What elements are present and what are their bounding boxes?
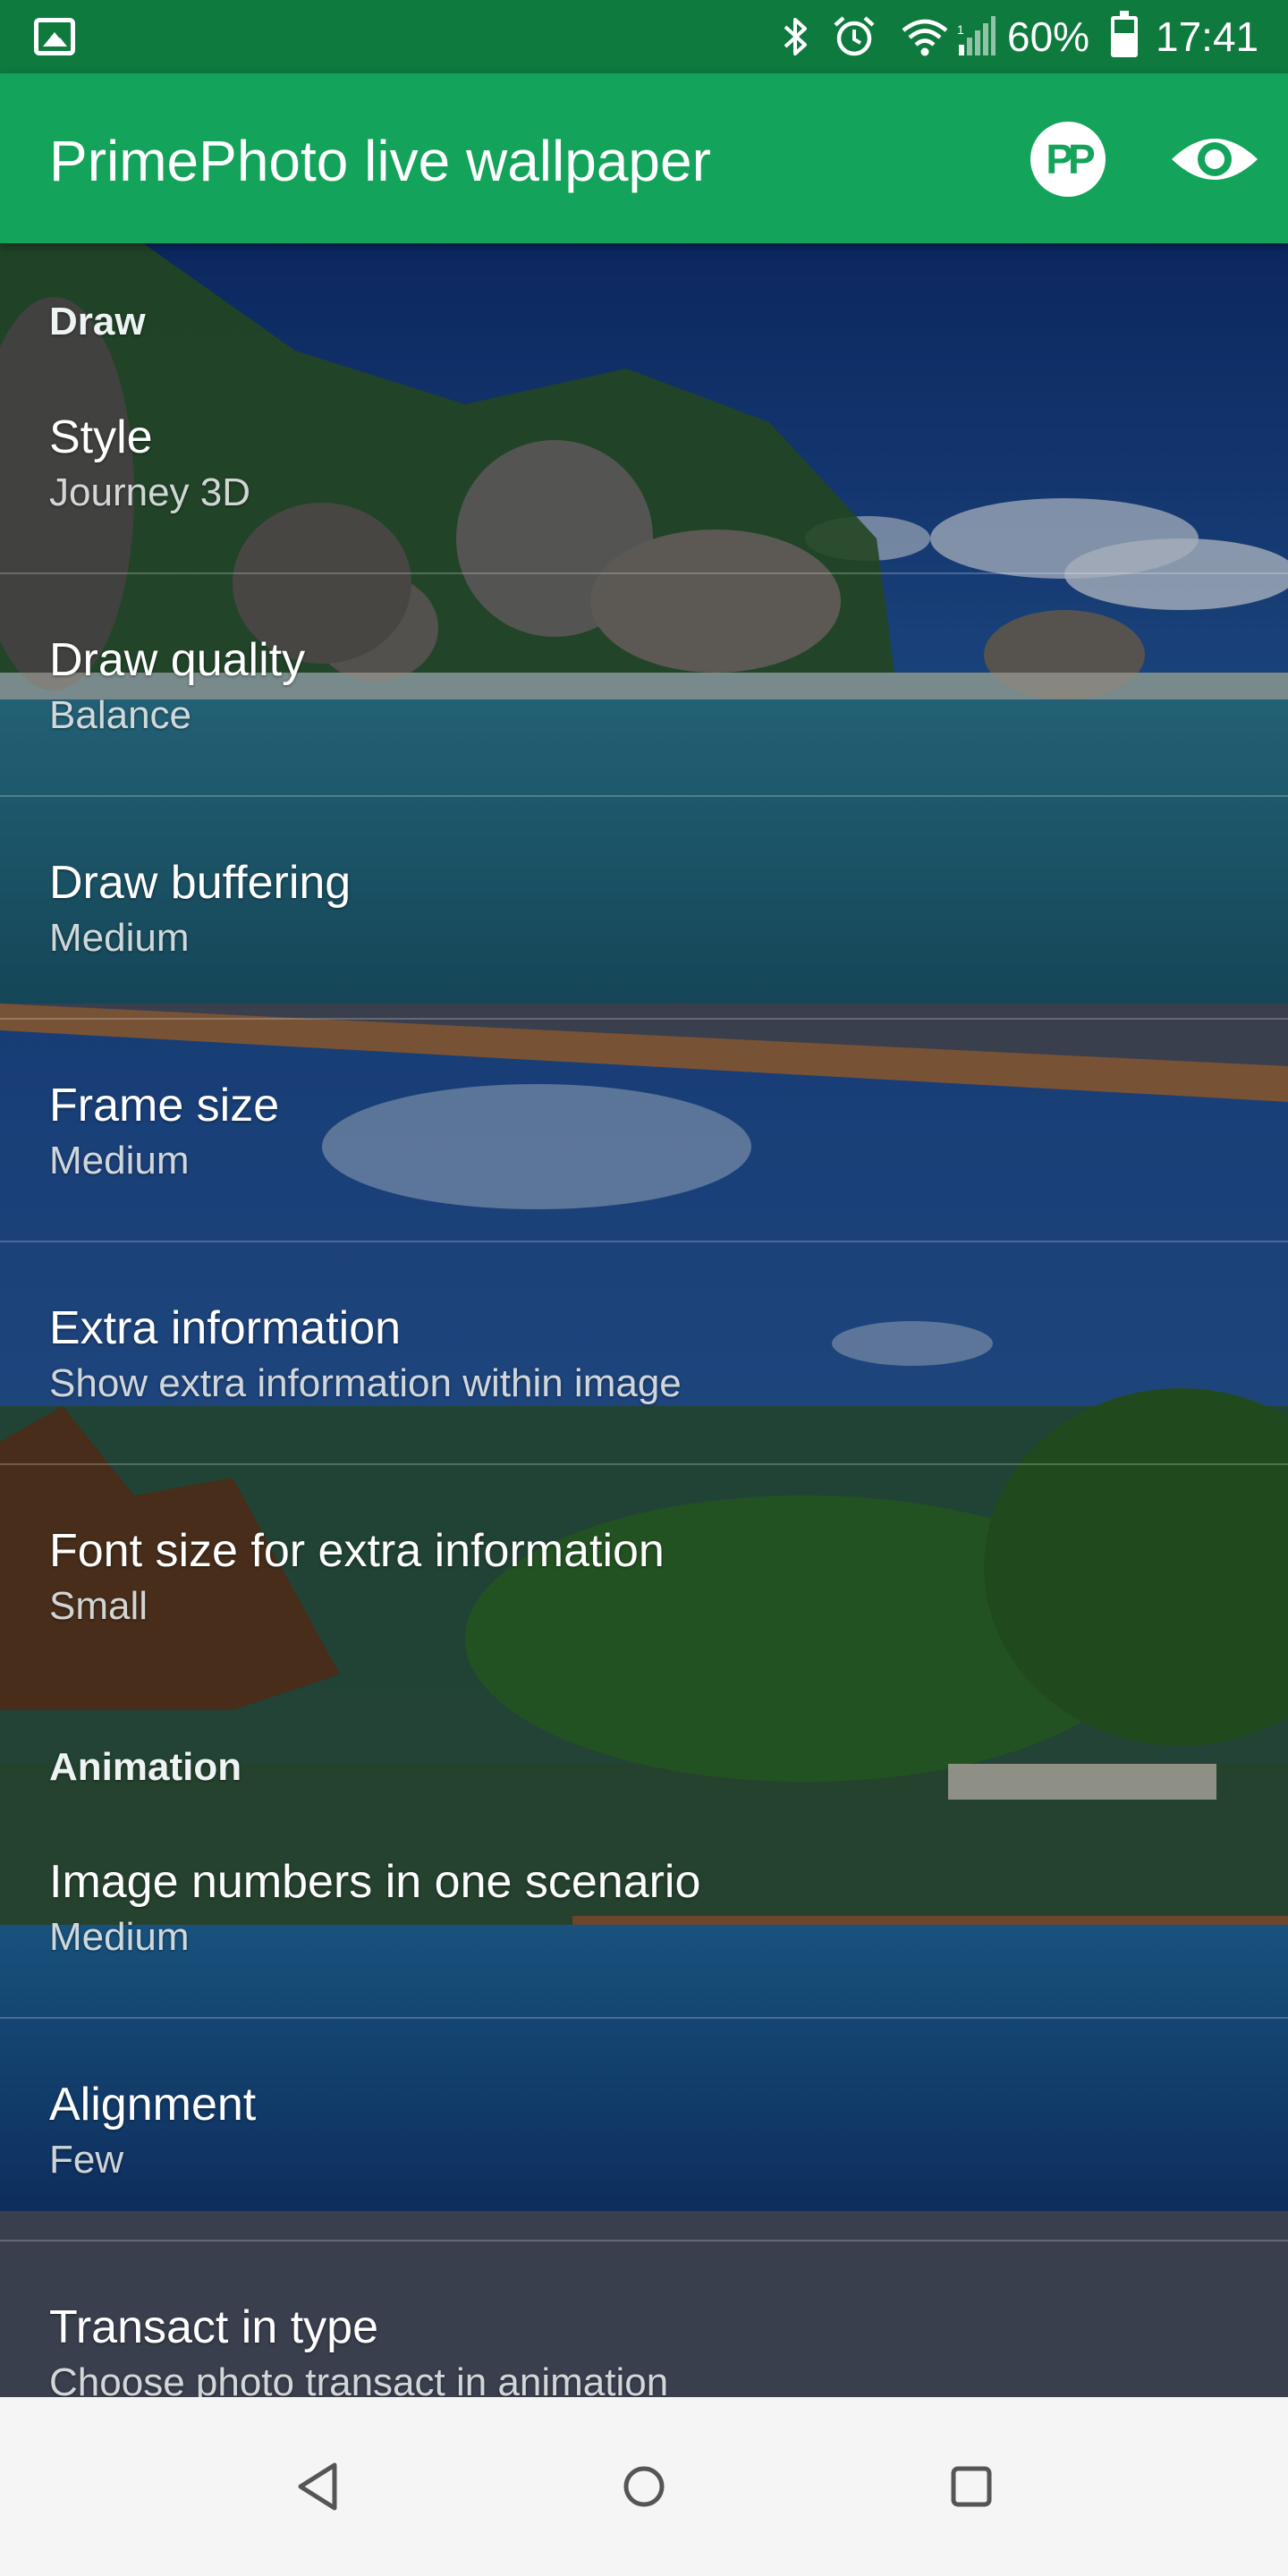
divider [0, 572, 1288, 574]
divider [0, 2240, 1288, 2241]
svg-text:1: 1 [957, 22, 964, 37]
divider [0, 1241, 1288, 1242]
pref-extra-information[interactable]: Extra information Show extra information… [0, 1300, 1288, 1522]
pref-title: Transact in type [49, 2301, 379, 2353]
alarm-icon [834, 16, 875, 56]
home-icon[interactable] [608, 2451, 680, 2522]
divider [0, 795, 1288, 797]
divider [0, 2017, 1288, 2019]
status-bar: 1 60% 17:41 [0, 0, 1288, 73]
battery-percent: 60% [1007, 13, 1090, 60]
pref-summary: Medium [49, 1915, 190, 1959]
settings-screen: 1 60% 17:41 PrimePhoto live wallpaper PP [0, 0, 1288, 2576]
recents-icon[interactable] [936, 2451, 1007, 2522]
pref-summary: Show extra information within image [49, 1361, 682, 1405]
pref-title: Image numbers in one scenario [49, 1856, 701, 1908]
pref-summary: Few [49, 2138, 124, 2182]
primephoto-icon[interactable]: PP [1030, 122, 1106, 197]
signal-icon: 1 [957, 16, 996, 55]
battery-icon [1111, 11, 1138, 57]
bluetooth-icon [784, 18, 807, 55]
pref-alignment[interactable]: Alignment Few [0, 2076, 1288, 2299]
pref-title: Frame size [49, 1080, 280, 1131]
app-bar: PrimePhoto live wallpaper PP [0, 73, 1288, 243]
pref-summary: Journey 3D [49, 470, 251, 514]
back-icon[interactable] [283, 2451, 354, 2522]
pref-summary: Choose photo transact in animation [49, 2360, 669, 2397]
pref-title: Style [49, 411, 153, 463]
pref-style[interactable]: Style Journey 3D [0, 409, 1288, 631]
pref-transact-in-type[interactable]: Transact in type Choose photo transact i… [0, 2299, 1288, 2397]
gallery-icon [34, 18, 75, 55]
app-title: PrimePhoto live wallpaper [49, 129, 711, 193]
category-animation: Animation [49, 1745, 242, 1789]
pref-title: Alignment [49, 2079, 257, 2131]
category-draw: Draw [49, 300, 146, 343]
divider [0, 1463, 1288, 1465]
navigation-bar [0, 2397, 1288, 2576]
eye-icon[interactable] [1168, 122, 1261, 197]
pref-frame-size[interactable]: Frame size Medium [0, 1077, 1288, 1300]
pref-summary: Balance [49, 693, 192, 737]
preferences-list: Draw Style Journey 3D Draw quality Balan… [0, 243, 1288, 2397]
pref-title: Draw buffering [49, 857, 352, 909]
pref-draw-quality[interactable]: Draw quality Balance [0, 631, 1288, 854]
pref-image-numbers[interactable]: Image numbers in one scenario Medium [0, 1853, 1288, 2076]
pref-font-size-extra-info[interactable]: Font size for extra information Small [0, 1522, 1288, 1745]
pref-title: Extra information [49, 1302, 402, 1354]
wifi-icon [902, 19, 948, 56]
pref-summary: Medium [49, 916, 190, 960]
pref-title: Draw quality [49, 634, 306, 686]
pref-summary: Medium [49, 1139, 190, 1182]
pref-title: Font size for extra information [49, 1525, 665, 1577]
clock: 17:41 [1156, 13, 1259, 60]
pref-draw-buffering[interactable]: Draw buffering Medium [0, 854, 1288, 1077]
divider [0, 1018, 1288, 1020]
pref-summary: Small [49, 1584, 148, 1628]
